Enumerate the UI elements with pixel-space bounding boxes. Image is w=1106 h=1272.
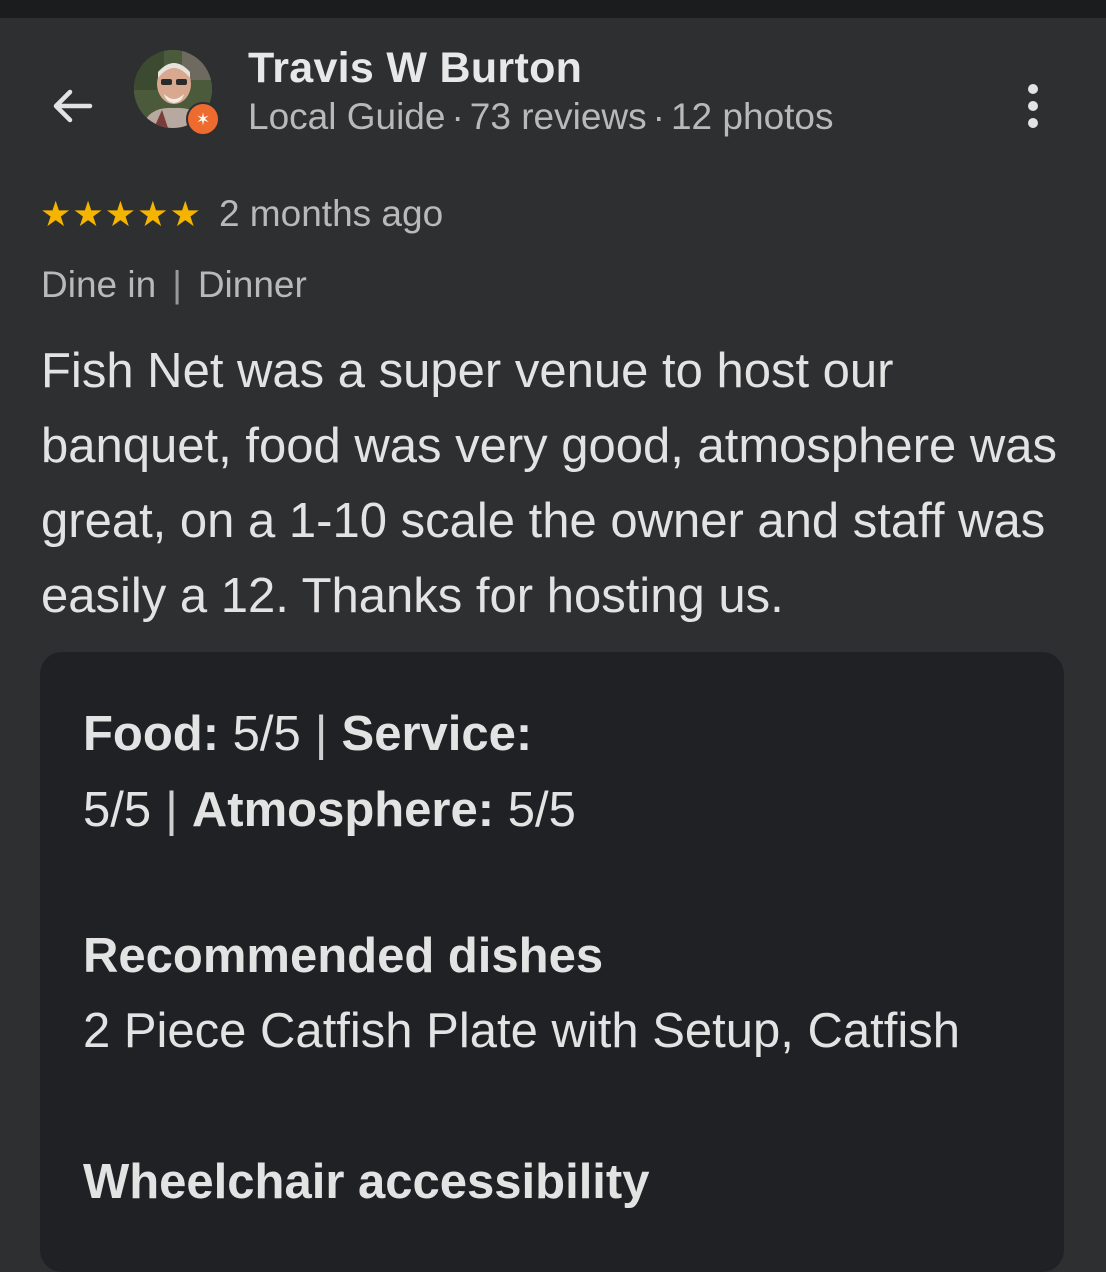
tag-separator: | (172, 264, 182, 305)
back-button[interactable] (44, 78, 100, 134)
atmosphere-label: Atmosphere: (191, 783, 495, 837)
avatar[interactable]: ✶ (134, 50, 220, 136)
recommended-dishes-title: Recommended dishes (83, 929, 604, 983)
rating-separator: | (165, 783, 178, 837)
star-icon: ★ (104, 194, 137, 234)
local-guide-badge-icon: ✶ (186, 102, 220, 136)
wheelchair-accessibility-title: Wheelchair accessibility (83, 1155, 650, 1209)
reviewer-meta: Local Guide · 73 reviews · 12 photos (248, 96, 834, 138)
rating-separator: | (314, 707, 328, 761)
tag-dine-in: Dine in (41, 264, 157, 305)
reviewer-review-count: 73 reviews (469, 96, 647, 137)
attribute-ratings: Food: 5/5 | Service: 5/5 | Atmosphere: 5/5 (83, 696, 703, 848)
food-label: Food: (83, 707, 220, 761)
reviewer-level: Local Guide (248, 96, 446, 137)
review-tags: Dine in | Dinner (41, 264, 307, 306)
star-rating: ★ ★ ★ ★ ★ (40, 197, 201, 232)
rating-row: ★ ★ ★ ★ ★ 2 months ago (40, 190, 443, 238)
tag-dinner: Dinner (197, 264, 307, 305)
review-time: 2 months ago (218, 193, 444, 234)
meta-separator: · (652, 96, 665, 137)
star-icon: ★ (40, 194, 72, 234)
more-vert-icon (1028, 84, 1038, 94)
meta-separator: · (451, 96, 464, 137)
review-text: Fish Net was a super venue to host our b… (41, 344, 1058, 623)
back-arrow-icon (53, 89, 93, 123)
star-icon: ★ (169, 194, 201, 234)
reviewer-name[interactable]: Travis W Burton (248, 44, 582, 93)
star-icon: ★ (72, 194, 104, 234)
star-icon: ★ (137, 194, 169, 234)
status-bar (0, 0, 1106, 18)
service-label: Service: (341, 707, 533, 761)
reviewer-photo-count: 12 photos (670, 96, 834, 137)
service-value: 5/5 (83, 783, 152, 837)
atmosphere-value: 5/5 (507, 783, 576, 837)
recommended-dishes-list: 2 Piece Catfish Plate with Setup, Catfis… (83, 1004, 960, 1058)
food-value: 5/5 (232, 707, 301, 761)
more-options-button[interactable] (1010, 78, 1056, 134)
review-header: ✶ Travis W Burton Local Guide · 73 reviews… (0, 18, 1106, 178)
